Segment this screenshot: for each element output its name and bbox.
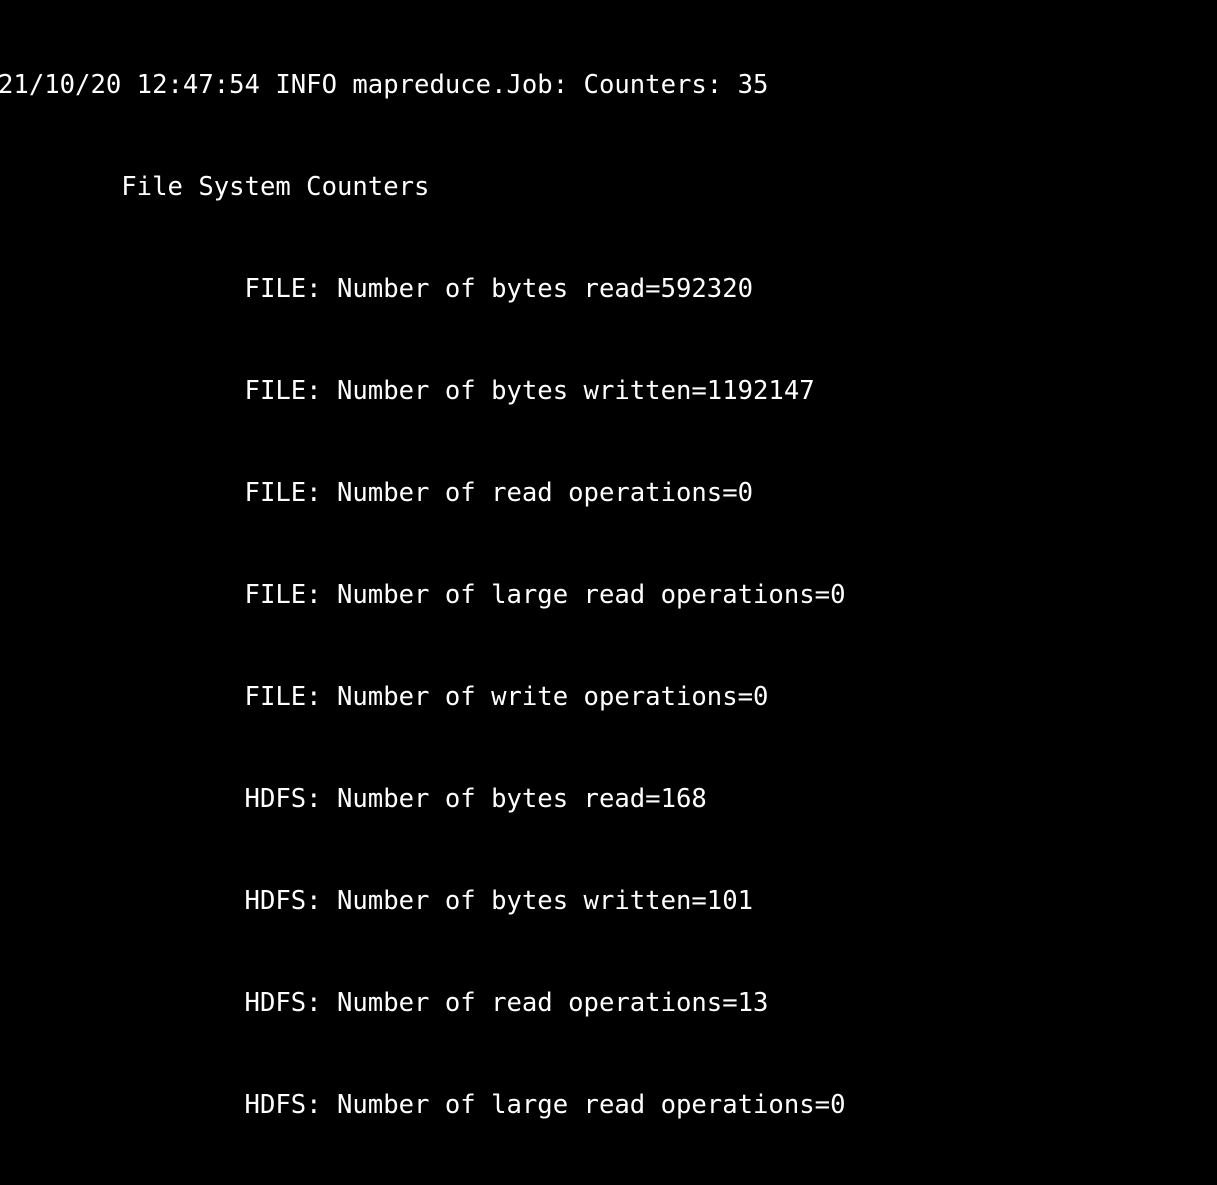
- counter-line: FILE: Number of write operations=0: [0, 682, 769, 712]
- counter-line: FILE: Number of bytes read=592320: [0, 274, 754, 304]
- log-line: 21/10/20 12:47:54 INFO mapreduce.Job: Co…: [0, 70, 769, 100]
- counter-line: HDFS: Number of bytes read=168: [0, 784, 707, 814]
- counter-line: HDFS: Number of bytes written=101: [0, 886, 754, 916]
- counter-line: FILE: Number of read operations=0: [0, 478, 754, 508]
- counter-line: HDFS: Number of large read operations=0: [0, 1090, 846, 1120]
- counter-line: FILE: Number of bytes written=1192147: [0, 376, 815, 406]
- counter-group-heading: File System Counters: [0, 172, 430, 202]
- terminal-output-pane[interactable]: 21/10/20 12:47:54 INFO mapreduce.Job: Co…: [0, 0, 1217, 1185]
- counter-line: FILE: Number of large read operations=0: [0, 580, 846, 610]
- counter-line: HDFS: Number of read operations=13: [0, 988, 769, 1018]
